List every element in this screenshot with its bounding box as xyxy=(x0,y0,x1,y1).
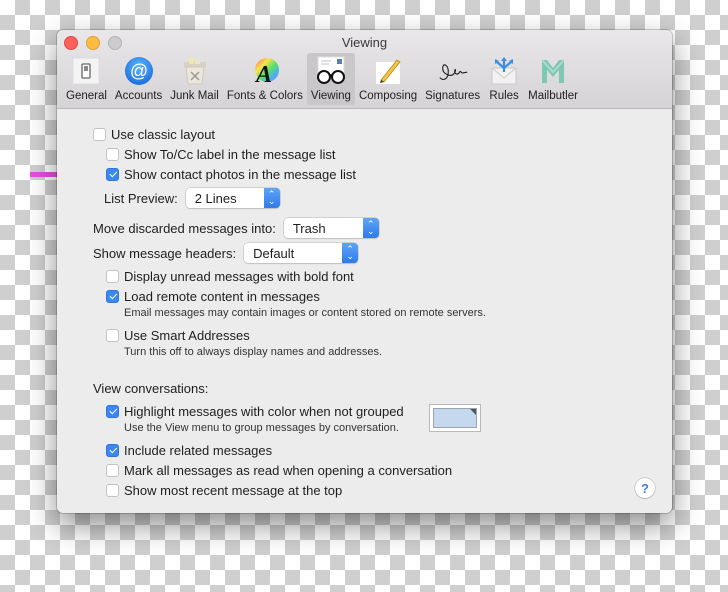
tab-composing[interactable]: Composing xyxy=(355,53,421,105)
view-conversations-heading: View conversations: xyxy=(93,381,209,396)
at-sign-icon: @ xyxy=(123,55,155,87)
checkbox-label: Display unread messages with bold font xyxy=(124,269,354,284)
checkbox-label: Use classic layout xyxy=(111,127,216,142)
tab-label: Rules xyxy=(489,90,519,102)
list-preview-label: List Preview: xyxy=(104,190,178,206)
signature-icon xyxy=(437,55,469,87)
tab-signatures[interactable]: Signatures xyxy=(421,53,484,105)
load-remote-description: Email messages may contain images or con… xyxy=(124,307,486,319)
list-preview-row: List Preview: 2 Lines ⌃ ⌄ xyxy=(104,187,280,209)
tab-label: Signatures xyxy=(425,90,481,102)
checkbox-label: Show contact photos in the message list xyxy=(124,167,356,182)
viewing-preferences-panel: Use classic layout Show To/Cc label in t… xyxy=(57,109,672,513)
rules-envelope-icon xyxy=(488,55,520,87)
tab-label: Viewing xyxy=(310,90,351,102)
list-preview-select[interactable]: 2 Lines ⌃ ⌄ xyxy=(185,188,280,208)
checkbox-label: Show most recent message at the top xyxy=(124,483,343,498)
checkbox-checked[interactable] xyxy=(106,444,119,457)
show-contact-photos-checkbox[interactable]: Show contact photos in the message list xyxy=(106,167,356,182)
tab-label: Fonts & Colors xyxy=(226,90,303,102)
color-wheel-font-icon: A xyxy=(249,55,281,87)
checkbox-checked[interactable] xyxy=(106,168,119,181)
checkbox[interactable] xyxy=(106,148,119,161)
most-recent-top-checkbox[interactable]: Show most recent message at the top xyxy=(106,483,342,498)
checkbox-label: Highlight messages with color when not g… xyxy=(124,404,404,419)
mark-all-read-checkbox[interactable]: Mark all messages as read when opening a… xyxy=(106,463,452,478)
tab-viewing[interactable]: Viewing xyxy=(306,53,355,105)
tab-label: General xyxy=(66,90,107,102)
select-value: 2 Lines xyxy=(194,190,237,206)
checkbox[interactable] xyxy=(106,329,119,342)
tab-label: Mailbutler xyxy=(528,90,578,102)
checkbox-label: Show To/Cc label in the message list xyxy=(124,147,336,162)
tab-junk-mail[interactable]: Junk Mail xyxy=(166,53,223,105)
switch-icon xyxy=(70,55,102,87)
include-related-checkbox[interactable]: Include related messages xyxy=(106,443,272,458)
tab-label: Junk Mail xyxy=(170,90,219,102)
show-tocc-label-checkbox[interactable]: Show To/Cc label in the message list xyxy=(106,147,335,162)
checkbox-checked[interactable] xyxy=(106,290,119,303)
highlight-color-checkbox[interactable]: Highlight messages with color when not g… xyxy=(106,404,404,419)
checkbox[interactable] xyxy=(106,464,119,477)
smart-addresses-checkbox[interactable]: Use Smart Addresses xyxy=(106,328,250,343)
svg-text:@: @ xyxy=(129,61,147,81)
checkbox-label: Use Smart Addresses xyxy=(124,328,250,343)
tab-accounts[interactable]: @ Accounts xyxy=(111,53,166,105)
highlight-color-well[interactable] xyxy=(429,404,481,432)
checkbox-label: Mark all messages as read when opening a… xyxy=(124,463,453,478)
show-headers-select[interactable]: Default ⌃ ⌄ xyxy=(244,243,359,263)
show-headers-row: Show message headers: Default ⌃ ⌄ xyxy=(93,242,359,264)
select-value: Default xyxy=(253,245,295,261)
preferences-toolbar: General @ Accounts Junk Mail A Fonts & C… xyxy=(57,53,582,108)
checkbox[interactable] xyxy=(106,270,119,283)
load-remote-content-checkbox[interactable]: Load remote content in messages xyxy=(106,289,320,304)
move-discarded-label: Move discarded messages into: xyxy=(93,220,276,236)
show-headers-label: Show message headers: xyxy=(93,245,237,261)
mailbutler-logo-icon xyxy=(537,55,569,87)
tab-label: Accounts xyxy=(114,90,163,102)
svg-text:A: A xyxy=(254,62,272,86)
updown-chevron-icon: ⌃ ⌄ xyxy=(342,243,359,263)
checkbox-label: Include related messages xyxy=(124,443,273,458)
trash-bin-icon xyxy=(179,55,211,87)
highlight-color-description: Use the View menu to group messages by c… xyxy=(124,422,399,434)
checkbox-checked[interactable] xyxy=(106,405,119,418)
checkbox-label: Load remote content in messages xyxy=(124,289,320,304)
question-mark-icon: ? xyxy=(641,480,649,496)
pencil-icon xyxy=(372,55,404,87)
glasses-icon xyxy=(315,55,347,87)
tab-fonts-colors[interactable]: A Fonts & Colors xyxy=(223,53,307,105)
bold-unread-checkbox[interactable]: Display unread messages with bold font xyxy=(106,269,354,284)
color-swatch xyxy=(433,408,477,428)
updown-chevron-icon: ⌃ ⌄ xyxy=(362,218,379,238)
move-discarded-select[interactable]: Trash ⌃ ⌄ xyxy=(283,218,379,238)
tab-rules[interactable]: Rules xyxy=(484,53,524,105)
use-classic-layout-checkbox[interactable]: Use classic layout xyxy=(93,127,215,142)
help-button[interactable]: ? xyxy=(635,478,655,498)
tab-mailbutler[interactable]: Mailbutler xyxy=(524,53,582,105)
checkbox[interactable] xyxy=(93,128,106,141)
updown-chevron-icon: ⌃ ⌄ xyxy=(263,188,280,208)
tab-label: Composing xyxy=(358,90,418,102)
move-discarded-row: Move discarded messages into: Trash ⌃ ⌄ xyxy=(93,217,379,239)
checkbox[interactable] xyxy=(106,484,119,497)
select-value: Trash xyxy=(292,220,326,236)
preferences-window: Viewing General @ Accounts Junk Mail A F… xyxy=(57,30,672,513)
tab-general[interactable]: General xyxy=(62,53,111,105)
smart-addresses-description: Turn this off to always display names an… xyxy=(124,346,383,358)
window-title: Viewing xyxy=(341,35,388,50)
titlebar: Viewing General @ Accounts Junk Mail A F… xyxy=(57,30,672,109)
